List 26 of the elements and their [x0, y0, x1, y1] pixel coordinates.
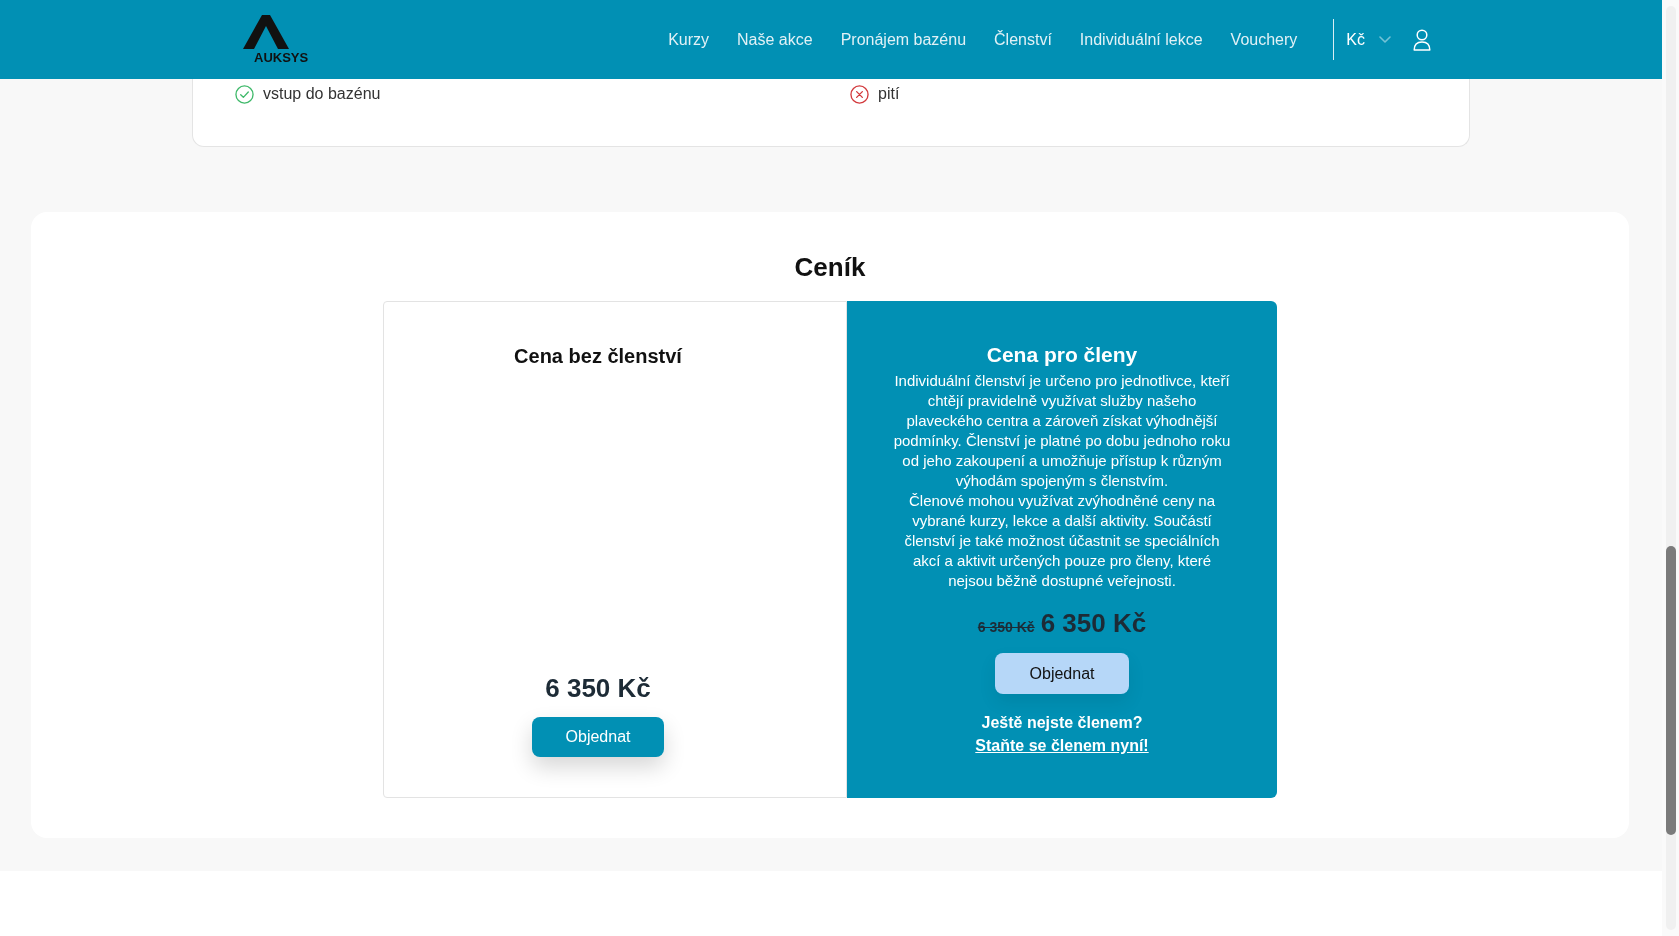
- old-price: 6 350 Kč: [977, 618, 1035, 637]
- nav-link[interactable]: Vouchery: [1230, 27, 1298, 52]
- section-title: Ceník: [793, 252, 867, 283]
- scrollbar-thumb[interactable]: [1665, 546, 1676, 835]
- nav-link[interactable]: Pronájem bazénu: [840, 27, 967, 52]
- order-button[interactable]: Objednat: [995, 653, 1129, 694]
- plan-title: Cena bez členství: [514, 344, 682, 368]
- caret-icon: [1379, 36, 1391, 43]
- nav-link[interactable]: Členství: [994, 27, 1052, 52]
- logo-icon[interactable]: [243, 15, 289, 49]
- plan-description: Členové mohou využívat zvýhodněné ceny na vybrané kurzy, lekce a další aktivity. Součástí členství je také možnost účastnit se speciálních akcí a aktivit určených pouze pro členy, které nejsou běžně dostupné veřejnosti.: [903, 491, 1221, 591]
- plan-description: Individuální členství je určeno pro jednotlivce, kteří chtějí pravidelně využívat služby našeho plaveckého centra a zároveň získat výhodnější podmínky. Členství je platné po dobu jednoho roku od jeho zakoupení a umožňuje přístup k různým výhodám spojeným s členstvím.: [892, 371, 1232, 491]
- feature-label: vstup do bazénu: [263, 84, 381, 104]
- nav-link[interactable]: Kurzy: [668, 27, 710, 52]
- plan-title: Cena pro členy: [986, 343, 1138, 367]
- membership-link[interactable]: Staňte se členem nyní!: [975, 736, 1149, 756]
- logo-text[interactable]: AUKSYS: [254, 51, 309, 64]
- currency-dropdown[interactable]: Kč: [1346, 27, 1391, 52]
- order-button[interactable]: Objednat: [532, 717, 664, 757]
- price: 6 350 Kč: [1040, 608, 1147, 639]
- nav-link[interactable]: Naše akce: [737, 27, 813, 52]
- membership-prompt: Ještě nejste členem?: [981, 713, 1143, 733]
- feature-label: pití: [878, 84, 900, 104]
- price: 6 350 Kč: [545, 673, 651, 704]
- nav-link[interactable]: Individuální lekce: [1079, 27, 1203, 52]
- user-icon[interactable]: [1413, 28, 1431, 51]
